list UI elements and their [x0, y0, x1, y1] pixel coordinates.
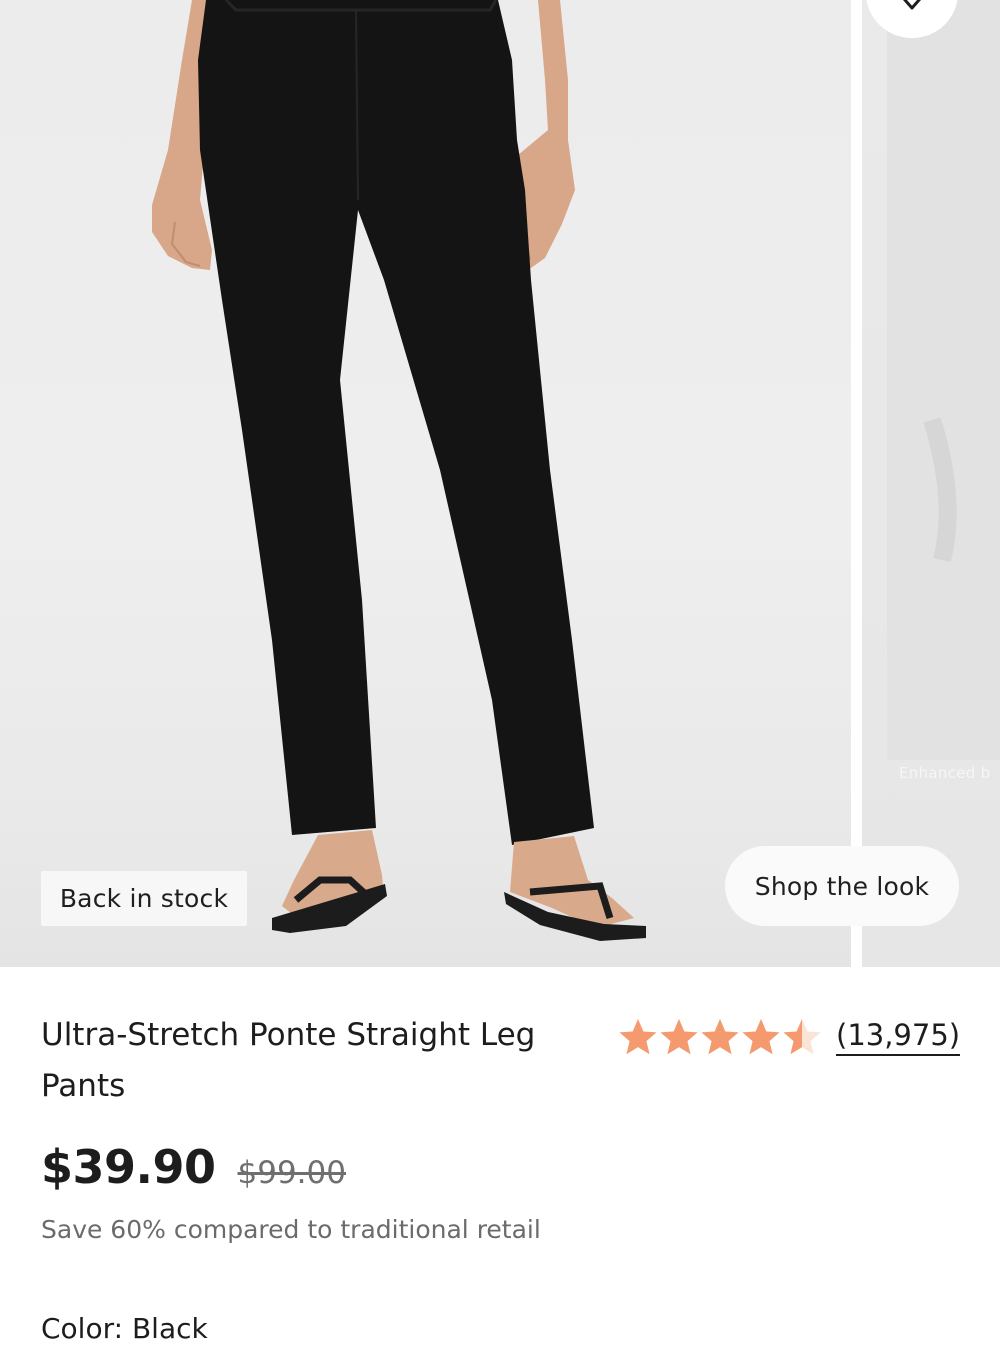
- star-icon: [619, 1019, 657, 1055]
- rating-stars: [618, 1017, 822, 1057]
- product-image-gallery[interactable]: Enhanced b Back in stock Shop the look: [0, 0, 1000, 967]
- next-image-preview: [887, 0, 1000, 760]
- product-image-main[interactable]: [0, 0, 851, 967]
- original-price: $99.00: [237, 1155, 346, 1191]
- heart-icon: [903, 0, 921, 10]
- price-row: $39.90 $99.00: [41, 1140, 346, 1194]
- model-wearing-pants-image: [152, 0, 646, 941]
- star-icon: [742, 1019, 780, 1055]
- enhanced-label: Enhanced b: [899, 764, 991, 782]
- star-icon: [660, 1019, 698, 1055]
- savings-message: Save 60% compared to traditional retail: [41, 1215, 541, 1244]
- star-icon: [783, 1019, 821, 1055]
- review-count-link[interactable]: (13,975): [836, 1018, 961, 1056]
- color-selector-label: Color: Black: [41, 1312, 208, 1345]
- star-icon: [701, 1019, 739, 1055]
- back-in-stock-badge: Back in stock: [41, 871, 247, 926]
- product-title: Ultra-Stretch Ponte Straight Leg Pants: [41, 1017, 536, 1104]
- product-image-next[interactable]: Enhanced b: [862, 0, 1000, 967]
- color-label: Color:: [41, 1312, 124, 1345]
- product-rating[interactable]: (13,975): [618, 1012, 961, 1062]
- color-value: Black: [131, 1312, 208, 1345]
- shop-the-look-button[interactable]: Shop the look: [725, 846, 959, 926]
- sale-price: $39.90: [41, 1140, 216, 1194]
